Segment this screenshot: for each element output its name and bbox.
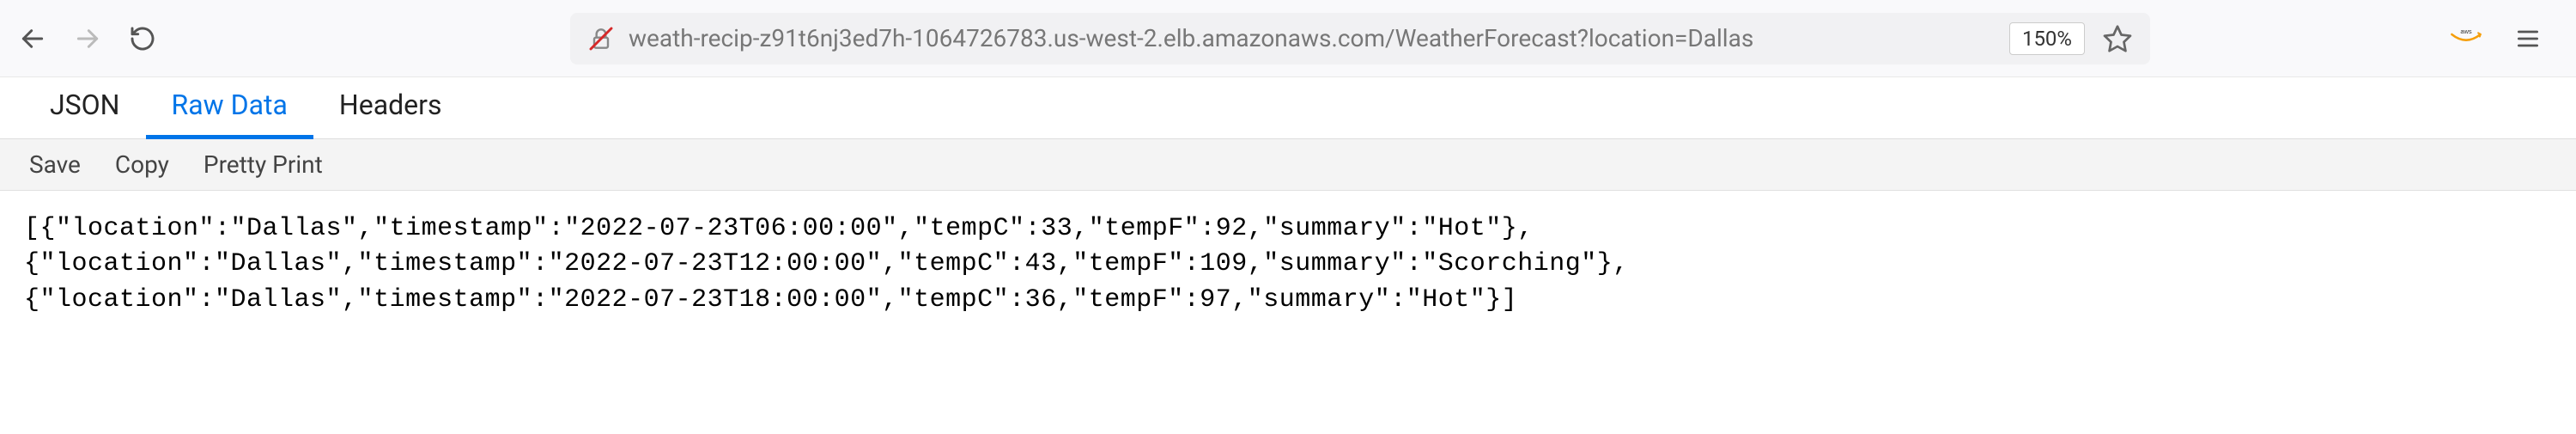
raw-json-content[interactable]: [{"location":"Dallas","timestamp":"2022-… — [0, 191, 2576, 339]
save-button[interactable]: Save — [24, 147, 86, 182]
back-button[interactable] — [17, 23, 48, 54]
browser-toolbar: weath-recip-z91t6nj3ed7h-1064726783.us-w… — [0, 0, 2576, 77]
reload-icon — [129, 25, 156, 52]
hamburger-menu-icon[interactable] — [2514, 25, 2542, 52]
view-tabs: JSON Raw Data Headers — [0, 77, 2576, 139]
zoom-badge[interactable]: 150% — [2009, 22, 2085, 55]
url-text: weath-recip-z91t6nj3ed7h-1064726783.us-w… — [629, 24, 1996, 52]
tab-headers[interactable]: Headers — [313, 73, 468, 139]
nav-buttons-group — [17, 23, 158, 54]
url-bar[interactable]: weath-recip-z91t6nj3ed7h-1064726783.us-w… — [570, 13, 2150, 64]
action-bar: Save Copy Pretty Print — [0, 139, 2576, 191]
insecure-lock-icon — [587, 25, 615, 52]
reload-button[interactable] — [127, 23, 158, 54]
toolbar-right-group: aws — [2415, 25, 2559, 52]
pretty-print-button[interactable]: Pretty Print — [198, 147, 328, 182]
arrow-right-icon — [74, 25, 101, 52]
tab-raw-data[interactable]: Raw Data — [146, 73, 313, 139]
extension-icon[interactable]: aws — [2449, 26, 2483, 52]
copy-button[interactable]: Copy — [110, 147, 174, 182]
amazon-swoosh-icon: aws — [2449, 30, 2483, 47]
tab-json[interactable]: JSON — [24, 73, 146, 139]
arrow-left-icon — [19, 25, 46, 52]
bookmark-star-icon[interactable] — [2102, 23, 2133, 54]
forward-button[interactable] — [72, 23, 103, 54]
svg-text:aws: aws — [2460, 30, 2472, 35]
